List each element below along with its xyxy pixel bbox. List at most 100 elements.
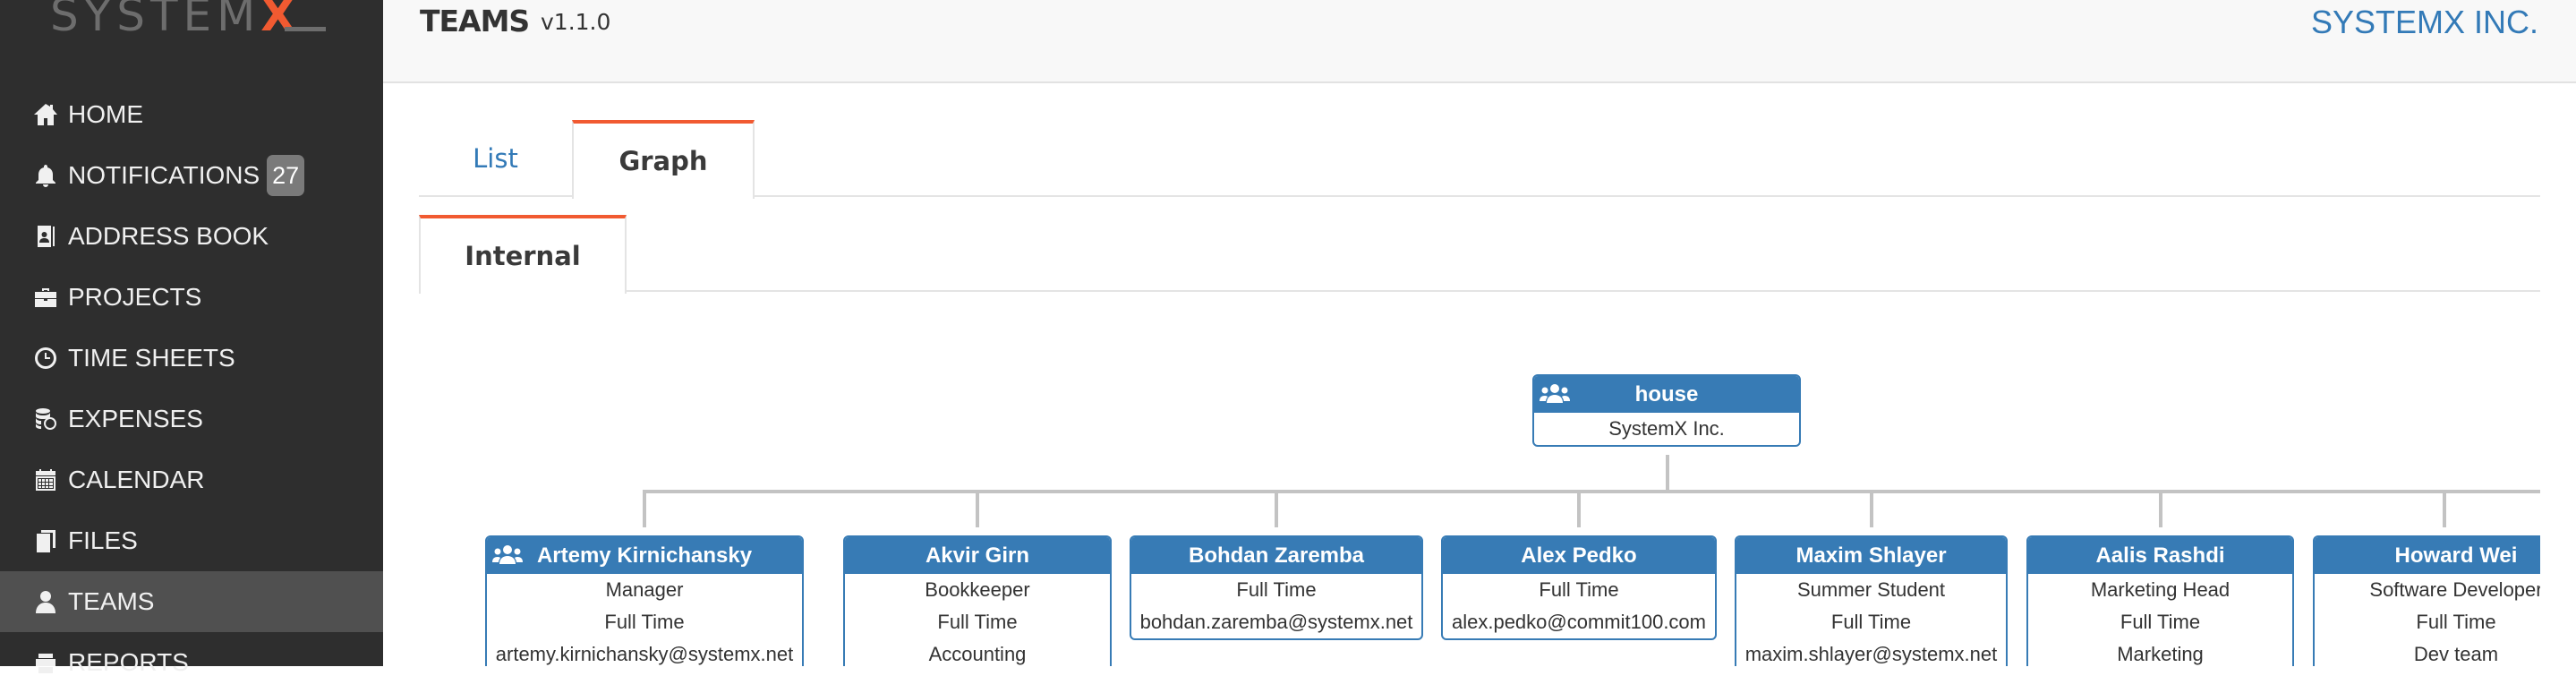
node-header: Howard Wei — [2315, 537, 2540, 574]
org-chart: house SystemX Inc. Artemy Kirnichansky Mana… — [419, 292, 2540, 666]
node-title: Alex Pedko — [1521, 543, 1637, 568]
page-title: TEAMS — [420, 4, 530, 38]
connector-child — [2443, 492, 2446, 527]
sidebar-nav: HOME NOTIFICATIONS 27 ADDRESS BOOK PROJECTS T… — [0, 84, 383, 693]
notification-count-badge: 27 — [267, 155, 305, 196]
connector-horizontal — [643, 490, 2540, 493]
org-node[interactable]: Akvir Girn Bookkeeper Full Time Accounting — [843, 535, 1112, 666]
systemx-logo[interactable]: SYSTEMX — [50, 0, 337, 43]
connector-child — [2159, 492, 2162, 527]
files-icon — [32, 527, 59, 554]
connector-child — [1275, 492, 1278, 527]
tab-list[interactable]: List — [419, 120, 572, 197]
node-detail: alex.pedko@commit100.com — [1451, 611, 1706, 633]
team-tabs: Internal — [419, 215, 2540, 294]
org-node[interactable]: Artemy Kirnichansky Manager Full Time artem… — [485, 535, 804, 666]
sidebar: SYSTEMX HOME NOTIFICATIONS 27 ADDRESS BOOK P… — [0, 0, 383, 676]
node-detail: Full Time — [2416, 611, 2496, 633]
node-title: Bohdan Zaremba — [1188, 543, 1365, 568]
node-header: house — [1534, 376, 1799, 413]
connector-root — [1666, 455, 1669, 491]
group-icon — [492, 545, 523, 564]
node-header: Maxim Shlayer — [1736, 537, 2006, 574]
node-detail: Software Developer — [2369, 578, 2540, 601]
sidebar-item-teams[interactable]: TEAMS — [0, 571, 383, 632]
sidebar-item-time-sheets[interactable]: TIME SHEETS — [0, 328, 383, 389]
logo-underline — [285, 27, 326, 31]
connector-child — [1870, 492, 1873, 527]
sidebar-item-calendar[interactable]: CALENDAR — [0, 449, 383, 510]
node-detail: SystemX Inc. — [1608, 417, 1725, 440]
node-detail: Accounting — [928, 643, 1027, 665]
sidebar-item-label: CALENDAR — [68, 466, 205, 493]
sidebar-item-label: TIME SHEETS — [68, 344, 235, 372]
node-detail: bohdan.zaremba@systemx.net — [1139, 611, 1413, 633]
company-name[interactable]: SYSTEMX INC. — [2311, 4, 2538, 41]
node-title: Aalis Rashdi — [2095, 543, 2225, 568]
calendar-icon — [32, 466, 59, 493]
sidebar-item-expenses[interactable]: EXPENSES — [0, 389, 383, 449]
briefcase-icon — [32, 284, 59, 311]
node-title: house — [1634, 381, 1699, 406]
org-node-root[interactable]: house SystemX Inc. — [1532, 374, 1801, 447]
node-header: Aalis Rashdi — [2028, 537, 2292, 574]
version-label: v1.1.0 — [541, 9, 611, 35]
node-detail: Marketing Head — [2090, 578, 2231, 601]
sidebar-item-projects[interactable]: PROJECTS — [0, 267, 383, 328]
sidebar-item-label: TEAMS — [68, 587, 155, 615]
home-icon — [32, 101, 59, 128]
org-node[interactable]: Aalis Rashdi Marketing Head Full Time Marke… — [2026, 535, 2294, 666]
sidebar-item-label: ADDRESS BOOK — [68, 222, 269, 250]
group-icon — [1540, 384, 1570, 403]
sidebar-item-reports[interactable]: REPORTS — [0, 632, 383, 693]
sidebar-item-label: EXPENSES — [68, 405, 203, 432]
connector-child — [1577, 492, 1581, 527]
org-node[interactable]: Maxim Shlayer Summer Student Full Time maxi… — [1735, 535, 2008, 666]
node-title: Howard Wei — [2394, 543, 2518, 568]
node-detail: artemy.kirnichansky@systemx.net — [495, 643, 794, 665]
sidebar-item-label: PROJECTS — [68, 283, 202, 311]
connector-child — [643, 492, 646, 527]
node-detail: Bookkeeper — [925, 578, 1030, 601]
node-detail: Full Time — [604, 611, 685, 633]
node-title: Artemy Kirnichansky — [536, 543, 753, 568]
node-detail: Full Time — [2120, 611, 2201, 633]
logo-text: SYSTEM — [50, 0, 261, 41]
node-detail: Manager — [605, 578, 684, 601]
node-detail: Full Time — [1539, 578, 1619, 601]
address-book-icon — [32, 223, 59, 250]
node-header: Akvir Girn — [845, 537, 1110, 574]
org-node[interactable]: Alex Pedko Full Time alex.pedko@commit100.… — [1441, 535, 1717, 640]
sidebar-item-label: HOME — [68, 100, 143, 128]
node-detail: maxim.shlayer@systemx.net — [1744, 643, 1998, 665]
page-header: TEAMS v1.1.0 SYSTEMX INC. — [383, 0, 2576, 83]
connector-child — [976, 492, 979, 527]
sidebar-item-label: FILES — [68, 526, 138, 554]
org-node[interactable]: Howard Wei Software Developer Full Time Dev… — [2313, 535, 2540, 666]
logo-accent: X — [260, 0, 301, 41]
sidebar-item-files[interactable]: FILES — [0, 510, 383, 571]
node-detail: Full Time — [937, 611, 1018, 633]
node-header: Artemy Kirnichansky — [487, 537, 802, 574]
sidebar-item-address-book[interactable]: ADDRESS BOOK — [0, 206, 383, 267]
sidebar-item-home[interactable]: HOME — [0, 84, 383, 145]
node-detail: Full Time — [1236, 578, 1317, 601]
reports-icon — [32, 649, 59, 676]
node-title: Akvir Girn — [925, 543, 1030, 568]
tab-graph[interactable]: Graph — [572, 120, 755, 199]
sidebar-item-notifications[interactable]: NOTIFICATIONS 27 — [0, 145, 383, 206]
view-tabs: List Graph — [419, 120, 2540, 199]
node-detail: Marketing — [2117, 643, 2204, 665]
node-detail: Full Time — [1830, 611, 1912, 633]
sidebar-item-label: NOTIFICATIONS — [68, 161, 260, 189]
tab-internal[interactable]: Internal — [419, 215, 627, 294]
coins-icon — [32, 406, 59, 432]
bell-icon — [32, 162, 59, 189]
clock-icon — [32, 345, 59, 372]
org-node[interactable]: Bohdan Zaremba Full Time bohdan.zaremba@sy… — [1130, 535, 1423, 640]
sidebar-item-label: REPORTS — [68, 648, 189, 676]
node-detail: Dev team — [2413, 643, 2499, 665]
node-header: Bohdan Zaremba — [1131, 537, 1421, 574]
node-detail: Summer Student — [1796, 578, 1946, 601]
node-header: Alex Pedko — [1443, 537, 1715, 574]
